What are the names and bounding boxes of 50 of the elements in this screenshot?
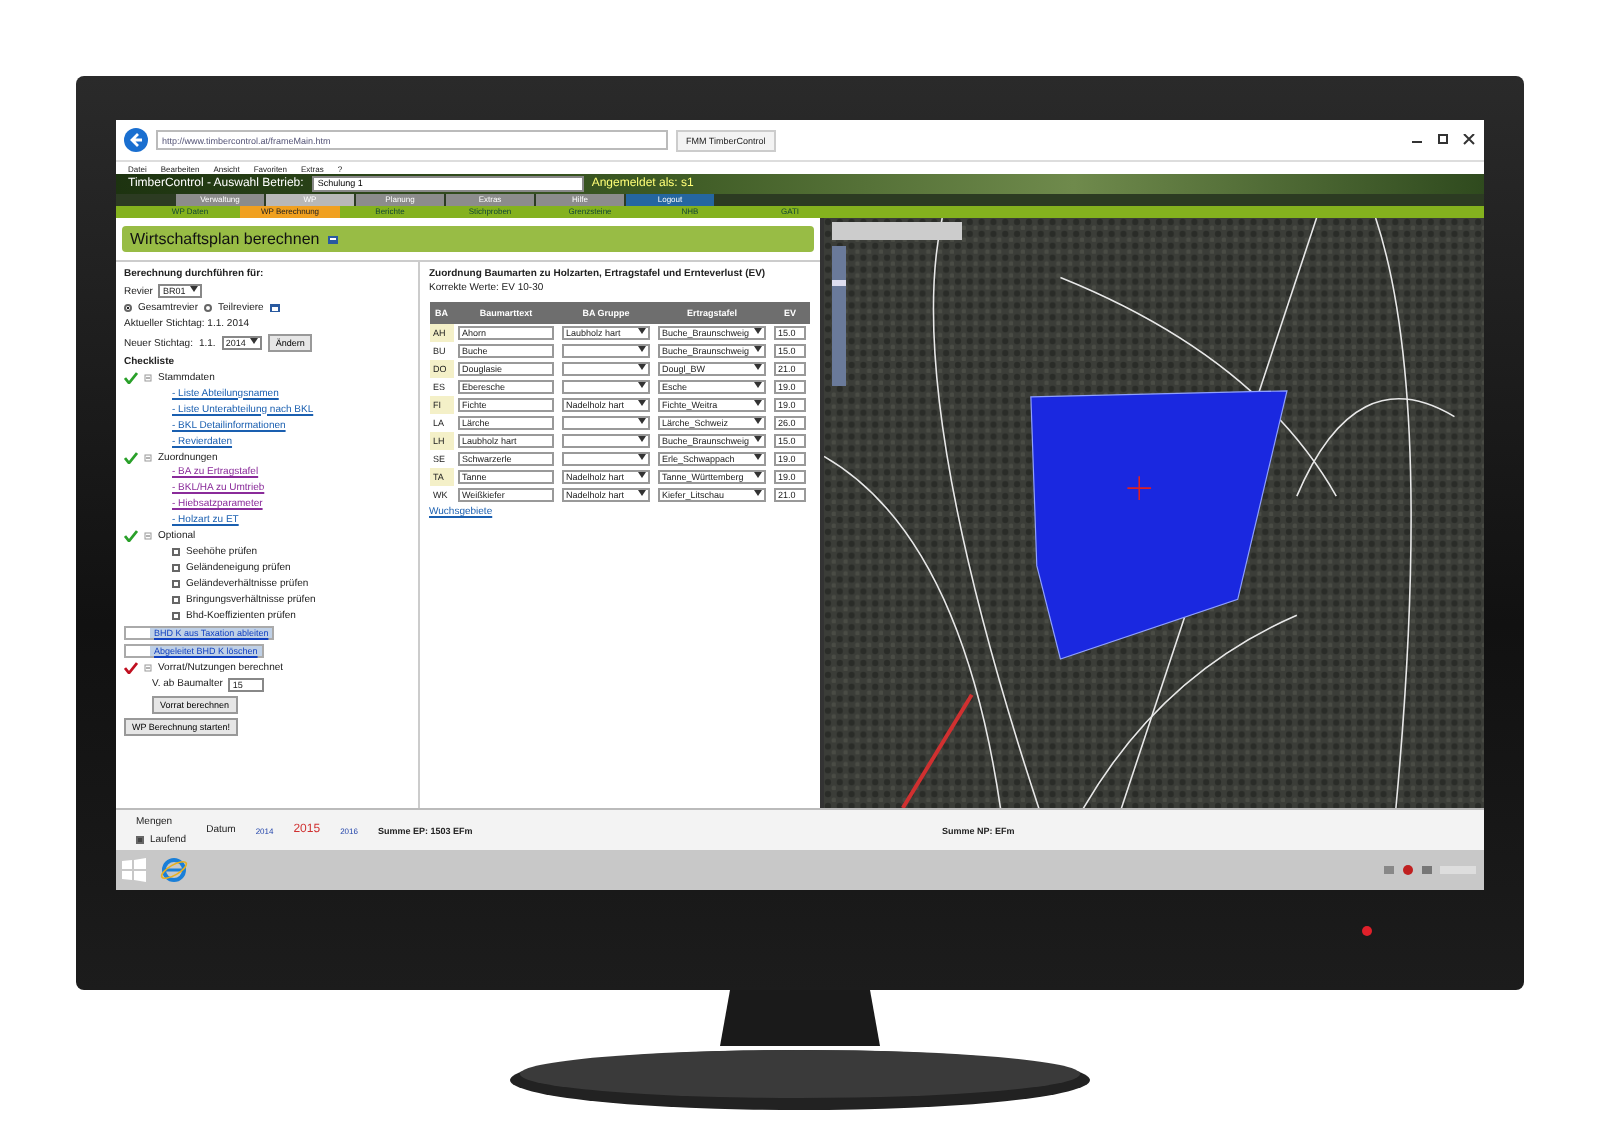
caret-icon: [754, 418, 762, 424]
caret-icon: [754, 328, 762, 334]
browser-e-icon[interactable]: [160, 856, 188, 884]
caret-icon: [754, 346, 762, 352]
caret-icon: [189, 286, 198, 292]
caret-icon: [638, 382, 646, 388]
close-icon[interactable]: [1462, 134, 1476, 146]
group-select[interactable]: [562, 362, 650, 376]
caret-icon: [638, 418, 646, 424]
checkbox[interactable]: [172, 579, 180, 587]
caret-icon: [638, 364, 646, 370]
group-select[interactable]: [562, 452, 650, 466]
page-title: Wirtschaftsplan berechnen: [130, 230, 320, 248]
windows-logo-icon[interactable]: [120, 856, 148, 884]
collapse-icon[interactable]: [144, 374, 152, 382]
caret-icon: [638, 490, 646, 496]
group-select[interactable]: [562, 434, 650, 448]
caret-icon: [638, 436, 646, 442]
caret-icon: [638, 454, 646, 460]
caret-icon: [754, 436, 762, 442]
zoom-slider[interactable]: [832, 246, 846, 386]
caret-icon: [754, 490, 762, 496]
caret-icon: [249, 338, 258, 344]
collapse-icon[interactable]: [144, 532, 152, 540]
checkbox[interactable]: [172, 595, 180, 603]
caret-icon: [638, 346, 646, 352]
caret-icon: [638, 400, 646, 406]
group-select[interactable]: [562, 416, 650, 430]
checkbox[interactable]: [172, 547, 180, 555]
caret-icon: [754, 454, 762, 460]
group-select[interactable]: [562, 380, 650, 394]
radio-button[interactable]: [204, 304, 213, 312]
checkbox[interactable]: [136, 835, 144, 843]
collapse-icon[interactable]: [144, 663, 152, 671]
maximize-icon[interactable]: [1436, 134, 1450, 146]
caret-icon: [638, 328, 646, 334]
caret-icon: [638, 472, 646, 478]
caret-icon: [754, 472, 762, 478]
group-select[interactable]: [562, 344, 650, 358]
back-button[interactable]: [124, 128, 148, 152]
caret-icon: [754, 400, 762, 406]
caret-icon: [754, 382, 762, 388]
checkbox[interactable]: [172, 611, 180, 619]
collapse-icon[interactable]: [144, 453, 152, 461]
system-tray-icon[interactable]: [1380, 862, 1480, 878]
checkbox[interactable]: [172, 563, 180, 571]
power-led: [1362, 926, 1372, 936]
slider-thumb[interactable]: [832, 279, 846, 286]
radio-button[interactable]: [124, 304, 132, 312]
caret-icon: [754, 364, 762, 370]
